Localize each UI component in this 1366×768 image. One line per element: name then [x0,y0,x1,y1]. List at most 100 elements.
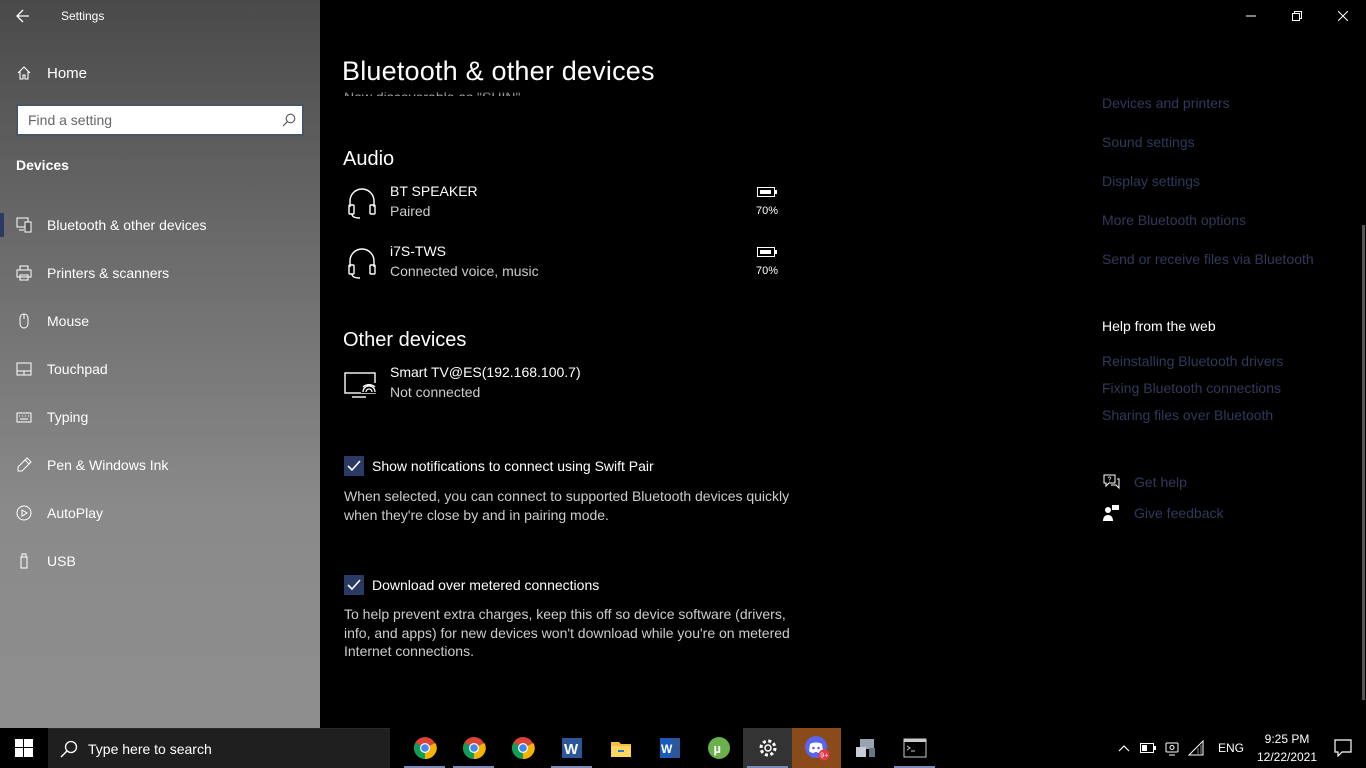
help-link-reinstall[interactable]: Reinstalling Bluetooth drivers [1102,353,1283,380]
battery-percent: 70% [755,205,779,217]
devices-icon [855,739,875,757]
bluetooth-devices-icon [16,217,32,233]
taskbar-search[interactable]: Type here to search [48,728,390,768]
start-button[interactable] [0,728,48,768]
taskbar-app-devices[interactable] [841,728,890,768]
back-button[interactable] [0,0,46,32]
sidebar-item-touchpad[interactable]: Touchpad [0,345,320,393]
device-bt-speaker[interactable]: BT SPEAKER Paired 70% [344,183,794,233]
swift-pair-setting[interactable]: Show notifications to connect using Swif… [344,456,654,476]
system-tray: ENG 9:25 PM 12/22/2021 [1112,728,1366,768]
get-help-label: Get help [1134,474,1187,490]
other-devices-heading: Other devices [343,329,467,351]
taskbar-app-settings[interactable] [743,728,792,768]
minimize-button[interactable] [1228,0,1274,32]
give-feedback-link[interactable]: Give feedback [1102,504,1224,522]
pen-icon [16,457,32,473]
close-button[interactable] [1320,0,1366,32]
swift-pair-checkbox[interactable] [344,456,364,476]
checkmark-icon [347,460,361,472]
svg-text:?: ? [1108,477,1112,484]
keyboard-icon [16,409,32,425]
taskbar-apps: W W µ 9+ [400,728,939,768]
taskbar-app-terminal[interactable] [890,728,939,768]
printer-icon [16,265,32,281]
related-link-display-settings[interactable]: Display settings [1102,173,1342,212]
show-hidden-icons-button[interactable] [1112,728,1136,768]
related-link-sound-settings[interactable]: Sound settings [1102,134,1342,173]
app-title: Settings [61,9,105,23]
taskbar-app-file-explorer[interactable] [596,728,645,768]
metered-setting[interactable]: Download over metered connections [344,575,599,595]
language-indicator[interactable]: ENG [1218,741,1244,755]
taskbar-app-word[interactable]: W [645,728,694,768]
wifi-icon [1187,740,1204,756]
taskbar-app-chrome[interactable] [400,728,449,768]
sidebar-item-usb[interactable]: USB [0,537,320,585]
restore-button[interactable] [1274,0,1320,32]
title-bar: Settings [0,0,320,32]
taskbar-app-word[interactable]: W [547,728,596,768]
sidebar-item-mouse[interactable]: Mouse [0,297,320,345]
settings-search[interactable] [16,104,304,136]
gear-icon [759,739,776,757]
swift-pair-label: Show notifications to connect using Swif… [372,458,654,474]
related-link-send-receive[interactable]: Send or receive files via Bluetooth [1102,251,1342,290]
sidebar-item-typing[interactable]: Typing [0,393,320,441]
taskbar-app-utorrent[interactable]: µ [694,728,743,768]
battery-icon [757,187,777,197]
word-icon: W [561,738,582,758]
folder-icon [610,742,631,757]
clock[interactable]: 9:25 PM 12/22/2021 [1254,730,1320,766]
section-heading: Devices [16,157,69,173]
scrollbar[interactable] [1362,225,1365,700]
home-icon [16,65,32,81]
sidebar-item-label: Bluetooth & other devices [47,217,207,233]
back-arrow-icon [16,9,29,23]
meet-now-button[interactable] [1160,728,1184,768]
feedback-icon [1103,505,1119,521]
help-link-sharing[interactable]: Sharing files over Bluetooth [1102,407,1283,434]
sidebar-item-autoplay[interactable]: AutoPlay [0,489,320,537]
battery-tray-button[interactable] [1136,728,1160,768]
page-title: Bluetooth & other devices [342,56,655,86]
related-settings: Devices and printers Sound settings Disp… [1102,95,1342,290]
get-help-link[interactable]: ? Get help [1102,473,1187,491]
svg-text:µ: µ [713,741,721,756]
home-nav-item[interactable]: Home [0,57,320,89]
taskbar-app-chrome[interactable] [449,728,498,768]
taskbar-app-discord[interactable]: 9+ [792,728,841,768]
sidebar-item-printers[interactable]: Printers & scanners [0,249,320,297]
help-heading: Help from the web [1102,318,1216,334]
sidebar-item-bluetooth[interactable]: Bluetooth & other devices [0,201,320,249]
webcam-icon [1165,742,1179,756]
taskbar: Type here to search W W µ 9+ ENG 9:25 PM… [0,728,1366,768]
minimize-icon [1246,15,1256,17]
notification-icon [1334,739,1352,757]
action-center-button[interactable] [1320,728,1366,768]
network-button[interactable] [1184,728,1208,768]
svg-text:W: W [661,742,673,756]
metered-checkbox[interactable] [344,575,364,595]
headset-icon [348,188,376,219]
search-input[interactable] [18,106,276,134]
close-icon [1338,11,1348,21]
discord-icon: 9+ [804,736,829,761]
device-i7s-tws[interactable]: i7S-TWS Connected voice, music 70% [344,243,794,293]
autoplay-icon [16,505,32,521]
device-status: Not connected [390,384,481,400]
device-name: Smart TV@ES(192.168.100.7) [390,364,581,380]
device-smart-tv[interactable]: Smart TV@ES(192.168.100.7) Not connected [344,364,794,414]
taskbar-search-text: Type here to search [88,740,212,757]
windows-logo-icon [15,739,33,757]
search-icon[interactable] [276,106,302,134]
taskbar-app-chrome[interactable] [498,728,547,768]
sidebar-item-pen[interactable]: Pen & Windows Ink [0,441,320,489]
metered-label: Download over metered connections [372,577,600,593]
sidebar-item-label: Printers & scanners [47,265,170,281]
related-link-devices-printers[interactable]: Devices and printers [1102,95,1342,134]
related-link-more-bluetooth[interactable]: More Bluetooth options [1102,212,1342,251]
chevron-up-icon [1118,745,1130,752]
help-link-fixing[interactable]: Fixing Bluetooth connections [1102,380,1283,407]
get-help-icon: ? [1103,474,1120,490]
